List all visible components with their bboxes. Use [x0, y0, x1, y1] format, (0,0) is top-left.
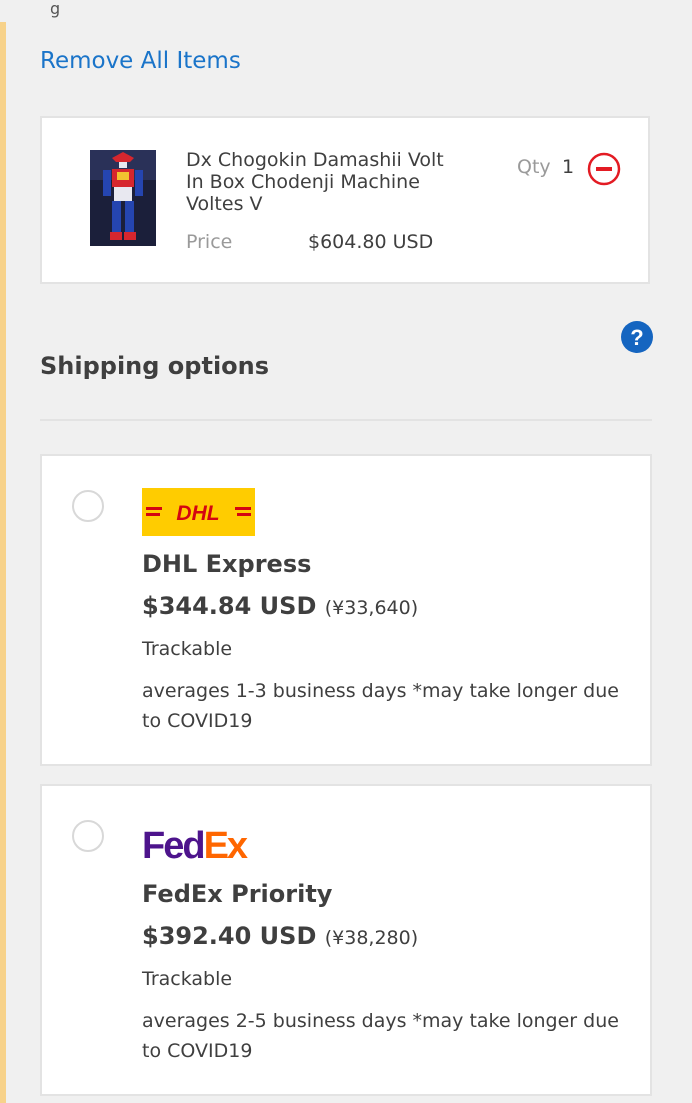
dhl-trackable-label: Trackable	[142, 638, 233, 660]
fedex-option-name: FedEx Priority	[142, 880, 333, 908]
cart-item-title[interactable]: Dx Chogokin Damashii Volt In Box Chodenj…	[186, 149, 456, 215]
dhl-radio-button[interactable]	[72, 490, 104, 522]
fedex-logo: FedEx	[142, 818, 255, 867]
dhl-price-jpy: (¥33,640)	[324, 597, 419, 619]
dhl-logo-text: DHL	[176, 502, 219, 525]
qty-label: Qty	[517, 156, 551, 178]
help-question-icon[interactable]: ?	[620, 320, 654, 354]
fedex-option-price: $392.40 USD (¥38,280)	[142, 922, 418, 950]
dhl-logo: DHL	[142, 488, 255, 536]
price-label: Price	[186, 231, 233, 253]
price-value: $604.80 USD	[308, 231, 434, 253]
dhl-option-name: DHL Express	[142, 550, 312, 578]
svg-text:FedEx: FedEx	[142, 825, 248, 866]
fedex-trackable-label: Trackable	[142, 968, 233, 990]
cart-item-card: Dx Chogokin Damashii Volt In Box Chodenj…	[40, 116, 650, 284]
shipping-option-dhl[interactable]: DHL DHL Express $344.84 USD (¥33,640) Tr…	[40, 454, 652, 766]
dhl-price-usd: $344.84 USD	[142, 592, 317, 620]
fedex-delivery-estimate: averages 2-5 business days *may take lon…	[142, 1010, 619, 1062]
fedex-price-usd: $392.40 USD	[142, 922, 317, 950]
fedex-logo-fed: Fed	[142, 825, 204, 866]
qty-value: 1	[562, 156, 575, 178]
robot-figure-image	[90, 150, 156, 246]
truncated-heading-fragment: g	[50, 0, 61, 18]
shipping-options-heading: Shipping options	[40, 352, 270, 380]
product-thumbnail[interactable]	[90, 150, 156, 246]
remove-item-minus-icon[interactable]	[587, 152, 621, 186]
fedex-price-jpy: (¥38,280)	[324, 927, 419, 949]
section-divider	[40, 419, 652, 421]
dhl-option-price: $344.84 USD (¥33,640)	[142, 592, 418, 620]
top-strip: g	[0, 0, 692, 22]
dhl-delivery-estimate: averages 1-3 business days *may take lon…	[142, 680, 619, 732]
shipping-option-fedex[interactable]: FedEx FedEx Priority $392.40 USD (¥38,28…	[40, 784, 652, 1096]
fedex-radio-button[interactable]	[72, 820, 104, 852]
remove-all-items-link[interactable]: Remove All Items	[40, 48, 241, 74]
fedex-logo-ex: Ex	[204, 825, 248, 866]
left-accent-bar	[0, 22, 6, 1103]
svg-text:?: ?	[630, 325, 643, 350]
